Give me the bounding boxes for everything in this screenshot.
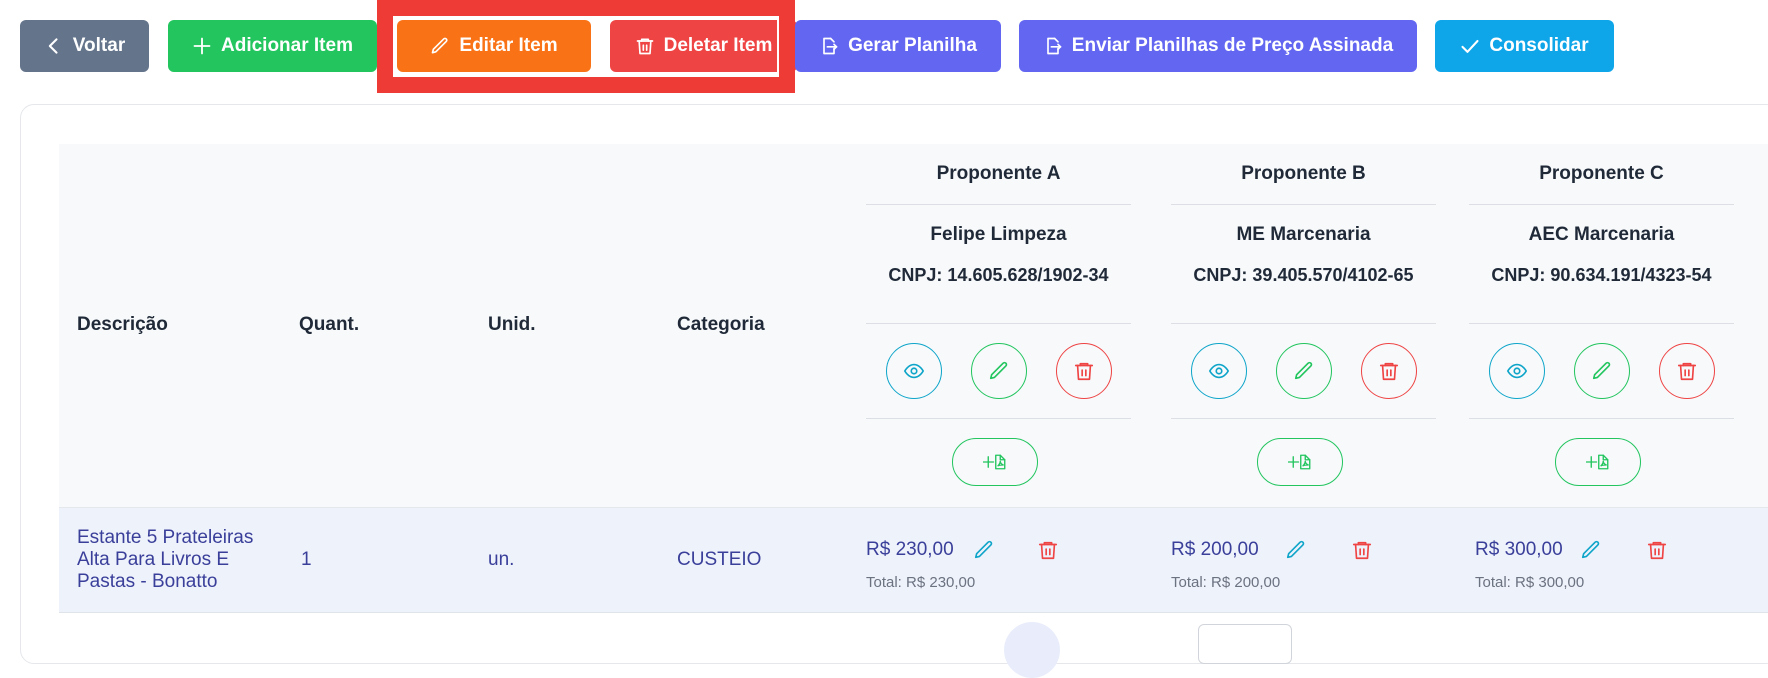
trash-icon [1379,362,1399,381]
add-pdf-icon [1586,454,1609,470]
pencil-icon [989,361,1008,380]
pagination-button[interactable] [1004,622,1060,678]
trash-icon [636,38,653,55]
pencil-icon [1581,540,1600,559]
trash-icon [1352,541,1372,560]
pencil-icon [974,540,993,559]
edit-price-a-button[interactable] [972,538,996,562]
description-line: Pastas - Bonatto [77,571,218,592]
proponent-company: ME Marcenaria [1236,224,1371,245]
description-line: Alta Para Livros E [77,549,230,570]
total-a: Total: R$ 230,00 [866,574,976,591]
cell-category: CUSTEIO [677,549,762,570]
chevron-left-icon [48,38,58,54]
pencil-icon [1592,361,1611,380]
export-file-icon [823,37,838,55]
view-proponent-button[interactable] [1191,343,1247,399]
consolidate-button[interactable]: Consolidar [1435,20,1614,72]
edit-item-button[interactable]: Editar Item [397,20,591,72]
eye-icon [1208,363,1230,379]
delete-proponent-button[interactable] [1056,343,1112,399]
header-description: Descrição [77,314,168,335]
delete-price-b-button[interactable] [1350,538,1374,562]
divider [866,204,1131,205]
page-size-select[interactable] [1198,624,1292,664]
delete-item-label: Deletar Item [663,35,773,56]
delete-proponent-button[interactable] [1659,343,1715,399]
delete-price-c-button[interactable] [1645,538,1669,562]
pencil-icon [432,37,448,54]
header-quantity: Quant. [299,314,360,335]
divider [866,323,1131,324]
pencil-icon [1294,361,1313,380]
export-file-icon [1046,37,1062,55]
proponent-cnpj: CNPJ: 90.634.191/4323-54 [1491,265,1712,285]
delete-item-button[interactable]: Deletar Item [610,20,797,72]
edit-proponent-button[interactable] [1574,343,1630,399]
price-c: R$ 300,00 [1475,539,1563,560]
add-pdf-button[interactable] [952,438,1038,486]
back-button[interactable]: Voltar [20,20,149,72]
send-signed-spreadsheets-label: Enviar Planilhas de Preço Assinada [1071,35,1394,56]
cell-description: Estante 5 Prateleiras Alta Para Livros E… [77,527,253,593]
add-pdf-icon [983,454,1006,470]
delete-proponent-button[interactable] [1361,343,1417,399]
edit-proponent-button[interactable] [1276,343,1332,399]
description-line: Estante 5 Prateleiras [77,527,254,548]
proponent-cnpj: CNPJ: 39.405.570/4102-65 [1193,265,1414,285]
eye-icon [903,363,925,379]
total-b: Total: R$ 200,00 [1171,574,1281,591]
view-proponent-button[interactable] [886,343,942,399]
proponent-label: Proponente B [1241,163,1366,184]
header-category: Categoria [677,314,765,335]
check-icon [1461,39,1479,53]
divider [1171,323,1436,324]
add-pdf-icon [1288,454,1311,470]
eye-icon [1506,363,1528,379]
proponent-company: AEC Marcenaria [1528,224,1675,245]
trash-icon [1074,362,1094,381]
trash-icon [1677,362,1697,381]
generate-spreadsheet-label: Gerar Planilha [848,35,977,56]
trash-icon [1038,541,1058,560]
cell-unit: un. [488,549,515,570]
header-unit: Unid. [488,314,536,335]
generate-spreadsheet-button[interactable]: Gerar Planilha [795,20,1001,72]
consolidate-label: Consolidar [1489,35,1589,56]
cell-quantity: 1 [301,549,312,570]
add-item-button[interactable]: Adicionar Item [168,20,377,72]
divider [1469,418,1734,419]
proponent-cnpj: CNPJ: 14.605.628/1902-34 [888,265,1109,285]
proponent-label: Proponente C [1539,163,1664,184]
edit-item-label: Editar Item [459,35,558,56]
proponent-label: Proponente A [936,163,1061,184]
add-pdf-button[interactable] [1257,438,1343,486]
proponent-company: Felipe Limpeza [930,224,1067,245]
divider [866,418,1131,419]
add-item-label: Adicionar Item [221,35,353,56]
divider [1171,418,1436,419]
edit-price-b-button[interactable] [1284,538,1308,562]
send-signed-spreadsheets-button[interactable]: Enviar Planilhas de Preço Assinada [1019,20,1417,72]
divider [1469,323,1734,324]
divider [1469,204,1734,205]
edit-proponent-button[interactable] [971,343,1027,399]
back-button-label: Voltar [72,35,126,56]
toolbar: Voltar Adicionar Item Editar Item Deleta… [20,20,1760,72]
edit-price-c-button[interactable] [1579,538,1603,562]
divider [1171,204,1436,205]
price-a: R$ 230,00 [866,539,954,560]
total-c: Total: R$ 300,00 [1475,574,1585,591]
pencil-icon [1286,540,1305,559]
price-b: R$ 200,00 [1171,539,1259,560]
delete-price-a-button[interactable] [1036,538,1060,562]
add-pdf-button[interactable] [1555,438,1641,486]
plus-icon [193,37,211,55]
trash-icon [1647,541,1667,560]
view-proponent-button[interactable] [1489,343,1545,399]
